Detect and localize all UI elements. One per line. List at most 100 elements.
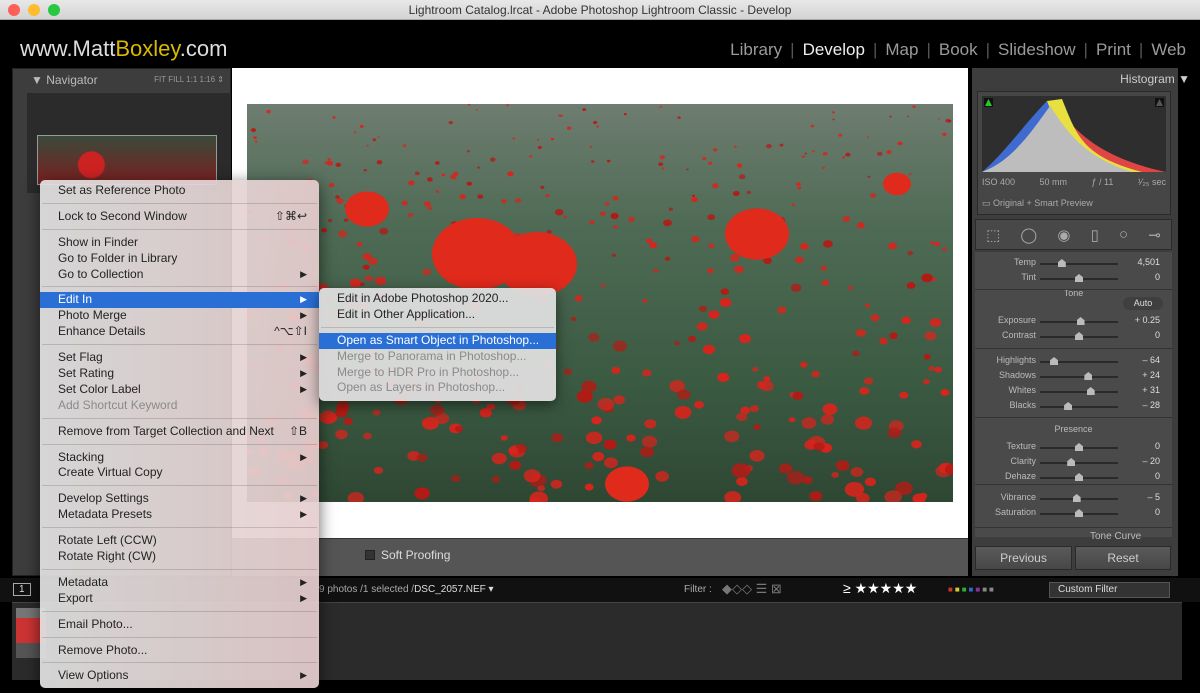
menu-item-edit-in-adobe-photoshop-2020[interactable]: Edit in Adobe Photoshop 2020... <box>319 291 556 307</box>
previous-button[interactable]: Previous <box>975 546 1072 570</box>
module-web[interactable]: Web <box>1143 40 1194 60</box>
menu-item-lock-to-second-window[interactable]: Lock to Second Window ⇧⌘↩ <box>40 209 319 225</box>
menu-item-show-in-finder[interactable]: Show in Finder <box>40 235 319 251</box>
red-eye-icon[interactable]: ◉ <box>1057 226 1070 244</box>
slider-thumb[interactable] <box>1075 332 1083 340</box>
slider-track[interactable] <box>1040 391 1118 393</box>
slider-value[interactable]: + 0.25 <box>1135 315 1160 325</box>
page-1-button[interactable]: 1 <box>13 583 31 596</box>
menu-item-rotate-left-ccw[interactable]: Rotate Left (CCW) <box>40 533 319 549</box>
slider-texture[interactable]: Texture 0 <box>975 441 1172 455</box>
crop-icon[interactable]: ⬚ <box>986 226 1000 244</box>
slider-track[interactable] <box>1040 406 1118 408</box>
menu-item-open-as-smart-object-in-photoshop[interactable]: Open as Smart Object in Photoshop... <box>319 332 556 349</box>
graduated-filter-icon[interactable]: ▯ <box>1091 226 1099 244</box>
slider-value[interactable]: 0 <box>1155 507 1160 517</box>
menu-item-set-rating[interactable]: Set Rating ▶ <box>40 366 319 382</box>
menu-item-view-options[interactable]: View Options ▶ <box>40 668 319 684</box>
menu-item-create-virtual-copy[interactable]: Create Virtual Copy <box>40 465 319 481</box>
slider-thumb[interactable] <box>1084 372 1093 380</box>
navigator-thumbnail[interactable] <box>37 135 217 185</box>
slider-value[interactable]: + 24 <box>1142 370 1160 380</box>
slider-thumb[interactable] <box>1075 473 1083 481</box>
histogram-header[interactable]: Histogram ▼ <box>1120 72 1190 86</box>
slider-contrast[interactable]: Contrast 0 <box>975 330 1172 344</box>
tone-curve-header[interactable]: Tone Curve <box>1090 531 1141 542</box>
menu-item-edit-in-other-application[interactable]: Edit in Other Application... <box>319 307 556 323</box>
module-library[interactable]: Library <box>722 40 790 60</box>
slider-thumb[interactable] <box>1075 443 1083 451</box>
slider-blacks[interactable]: Blacks – 28 <box>975 400 1172 414</box>
slider-value[interactable]: – 64 <box>1142 355 1160 365</box>
slider-highlights[interactable]: Highlights – 64 <box>975 355 1172 369</box>
menu-item-remove-photo[interactable]: Remove Photo... <box>40 643 319 659</box>
close-button[interactable] <box>8 4 20 16</box>
custom-filter-dropdown[interactable]: Custom Filter <box>1049 582 1170 598</box>
menu-item-rotate-right-cw[interactable]: Rotate Right (CW) <box>40 549 319 565</box>
reset-button[interactable]: Reset <box>1075 546 1171 570</box>
slider-saturation[interactable]: Saturation 0 <box>975 507 1172 521</box>
slider-vibrance[interactable]: Vibrance – 5 <box>975 492 1172 506</box>
color-label-filter[interactable]: ■■■■■■■ <box>948 585 996 594</box>
slider-value[interactable]: – 28 <box>1142 400 1160 410</box>
filename-dropdown[interactable]: DSC_2057.NEF ▾ <box>414 584 494 595</box>
menu-item-set-color-label[interactable]: Set Color Label ▶ <box>40 382 319 398</box>
module-print[interactable]: Print <box>1088 40 1139 60</box>
slider-thumb[interactable] <box>1067 458 1076 466</box>
minimize-button[interactable] <box>28 4 40 16</box>
slider-value[interactable]: 0 <box>1155 471 1160 481</box>
module-slideshow[interactable]: Slideshow <box>990 40 1084 60</box>
slider-track[interactable] <box>1040 376 1118 378</box>
slider-value[interactable]: 0 <box>1155 272 1160 282</box>
rating-filter[interactable]: ≥ ★★★★★ <box>843 580 917 597</box>
slider-shadows[interactable]: Shadows + 24 <box>975 370 1172 384</box>
module-book[interactable]: Book <box>931 40 986 60</box>
slider-clarity[interactable]: Clarity – 20 <box>975 456 1172 470</box>
slider-value[interactable]: 4,501 <box>1137 257 1160 267</box>
menu-item-remove-from-target-collection-and-next[interactable]: Remove from Target Collection and Next ⇧B <box>40 424 319 440</box>
slider-thumb[interactable] <box>1064 402 1073 410</box>
slider-temp[interactable]: Temp 4,501 <box>975 257 1172 271</box>
slider-value[interactable]: + 31 <box>1142 385 1160 395</box>
menu-item-set-flag[interactable]: Set Flag ▶ <box>40 350 319 366</box>
menu-item-export[interactable]: Export ▶ <box>40 591 319 607</box>
slider-exposure[interactable]: Exposure + 0.25 <box>975 315 1172 329</box>
navigator-zoom-options[interactable]: FIT FILL 1:1 1:16 ⇕ <box>154 69 224 91</box>
slider-value[interactable]: 0 <box>1155 330 1160 340</box>
slider-tint[interactable]: Tint 0 <box>975 272 1172 286</box>
menu-item-set-as-reference-photo[interactable]: Set as Reference Photo <box>40 183 319 199</box>
slider-whites[interactable]: Whites + 31 <box>975 385 1172 399</box>
slider-thumb[interactable] <box>1072 494 1081 502</box>
zoom-button[interactable] <box>48 4 60 16</box>
menu-item-go-to-collection[interactable]: Go to Collection ▶ <box>40 267 319 283</box>
menu-item-photo-merge[interactable]: Photo Merge ▶ <box>40 308 319 324</box>
radial-filter-icon[interactable]: ○ <box>1119 226 1128 243</box>
slider-track[interactable] <box>1040 462 1118 464</box>
slider-value[interactable]: – 20 <box>1142 456 1160 466</box>
module-map[interactable]: Map <box>877 40 926 60</box>
module-develop[interactable]: Develop <box>795 40 873 60</box>
slider-thumb[interactable] <box>1075 274 1083 282</box>
auto-tone-button[interactable]: Auto <box>1123 297 1163 310</box>
slider-thumb[interactable] <box>1050 357 1059 365</box>
slider-thumb[interactable] <box>1075 509 1083 517</box>
menu-item-go-to-folder-in-library[interactable]: Go to Folder in Library <box>40 251 319 267</box>
menu-item-stacking[interactable]: Stacking ▶ <box>40 450 319 466</box>
menu-item-develop-settings[interactable]: Develop Settings ▶ <box>40 491 319 507</box>
menu-item-email-photo[interactable]: Email Photo... <box>40 617 319 633</box>
menu-item-metadata[interactable]: Metadata ▶ <box>40 575 319 591</box>
brush-icon[interactable]: ⊸ <box>1148 226 1161 244</box>
soft-proofing-checkbox[interactable]: Soft Proofing <box>365 548 450 562</box>
menu-item-metadata-presets[interactable]: Metadata Presets ▶ <box>40 507 319 523</box>
menu-item-enhance-details[interactable]: Enhance Details ^⌥⇧I <box>40 324 319 340</box>
slider-thumb[interactable] <box>1086 387 1095 395</box>
slider-dehaze[interactable]: Dehaze 0 <box>975 471 1172 485</box>
slider-value[interactable]: 0 <box>1155 441 1160 451</box>
slider-value[interactable]: – 5 <box>1147 492 1160 502</box>
slider-thumb[interactable] <box>1076 317 1085 325</box>
spot-removal-icon[interactable]: ◯ <box>1020 226 1037 244</box>
slider-track[interactable] <box>1040 263 1118 265</box>
flag-filter-icon[interactable]: ◆◇◇ ☰ ⊠ <box>722 581 782 597</box>
slider-thumb[interactable] <box>1057 259 1066 267</box>
menu-item-edit-in[interactable]: Edit In ▶ <box>40 292 319 309</box>
